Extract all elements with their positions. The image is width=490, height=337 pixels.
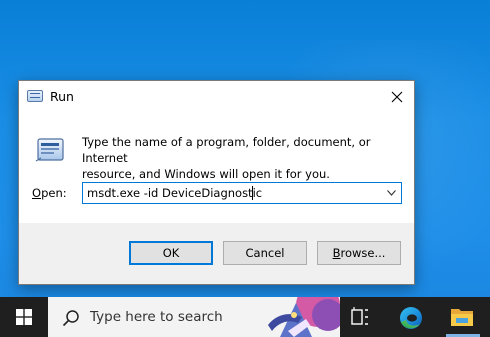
window-title: Run (50, 89, 74, 104)
close-button[interactable] (380, 81, 414, 113)
search-placeholder: Type here to search (90, 309, 223, 325)
instruction-text: Type the name of a program, folder, docu… (82, 134, 402, 182)
edge-icon[interactable] (398, 305, 424, 331)
run-icon (35, 138, 64, 162)
windows-logo-icon (16, 309, 32, 325)
browse-label-rest: rowse... (340, 246, 386, 260)
file-explorer-icon[interactable] (450, 306, 474, 328)
close-icon (391, 91, 403, 103)
cancel-button[interactable]: Cancel (223, 241, 307, 265)
task-view-icon[interactable] (348, 305, 372, 329)
browse-button[interactable]: Browse... (317, 241, 401, 265)
chevron-down-icon (386, 190, 396, 196)
open-input[interactable] (83, 183, 377, 203)
run-icon (27, 90, 43, 102)
open-label-accelerator: O (32, 186, 42, 200)
search-icon (62, 310, 79, 327)
instruction-line-2: resource, and Windows will open it for y… (82, 167, 330, 181)
title-bar[interactable]: Run (19, 81, 414, 113)
ok-button[interactable]: OK (129, 241, 213, 265)
start-button[interactable] (0, 297, 48, 337)
run-dialog: Run Type the name of a program, folder, … (18, 80, 415, 285)
instruction-line-1: Type the name of a program, folder, docu… (82, 135, 371, 165)
open-label-rest: pen: (41, 186, 67, 200)
text-cursor (252, 186, 253, 200)
button-bar: OK Cancel Browse... (19, 223, 414, 284)
open-combobox[interactable] (82, 182, 402, 204)
taskbar: Type here to search (0, 297, 490, 337)
dropdown-button[interactable] (381, 183, 401, 203)
browse-accelerator: B (332, 246, 341, 260)
search-highlight-illustration (258, 297, 340, 337)
open-label: Open: (32, 186, 67, 200)
taskbar-search-box[interactable]: Type here to search (48, 297, 340, 337)
